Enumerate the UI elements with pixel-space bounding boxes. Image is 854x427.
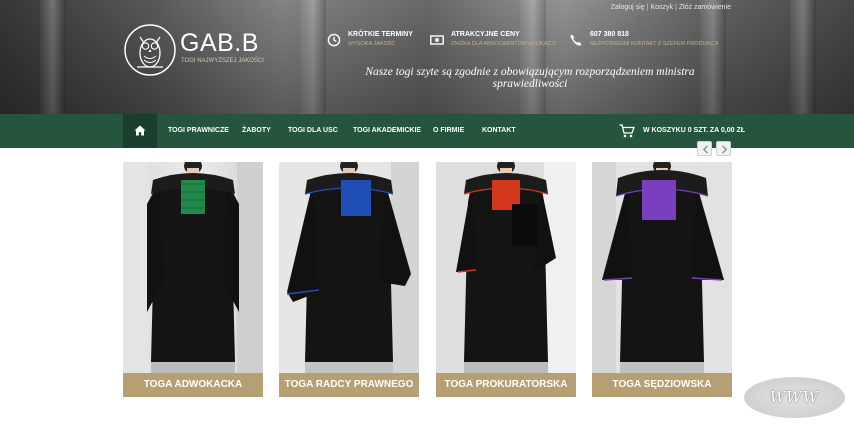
product-label[interactable]: TOGA RADCY PRAWNEGO (279, 373, 419, 397)
nav-item-togi-prawnicze[interactable]: TOGI PRAWNICZE (168, 127, 229, 134)
cart-summary[interactable]: W KOSZYKU 0 SZT. ZA 0,00 ZŁ (643, 127, 745, 134)
product-card[interactable]: TOGA PROKURATORSKA (436, 162, 576, 397)
product-label[interactable]: TOGA ADWOKACKA (123, 373, 263, 397)
chevron-left-icon (702, 145, 708, 154)
login-link[interactable]: Zaloguj się (611, 4, 645, 11)
nav-item-zaboty[interactable]: ŻABOTY (242, 127, 271, 134)
product-photo (279, 162, 419, 373)
product-label[interactable]: TOGA PROKURATORSKA (436, 373, 576, 397)
product-photo (592, 162, 732, 373)
header-quote: Nasze togi szyte są zgodnie z obowiązują… (365, 66, 695, 90)
header: Zaloguj się | Koszyk | Złóż zamówienie GAB.B… (0, 0, 854, 114)
nav-item-togi-dla-usc[interactable]: TOGI DLA USC (288, 127, 338, 134)
top-links: Zaloguj się | Koszyk | Złóż zamówienie (610, 4, 731, 11)
www-badge[interactable]: WWW (744, 377, 845, 418)
brand-tagline: TOGI NAJWYŻSZEJ JAKOŚCI (181, 58, 264, 64)
product-card[interactable]: TOGA SĘDZIOWSKA (592, 162, 732, 397)
nav-item-togi-akademickie[interactable]: TOGI AKADEMICKIE (353, 127, 421, 134)
chevron-right-icon (722, 145, 728, 154)
nav-item-o-firmie[interactable]: O FIRMIE (433, 127, 464, 134)
page: Zaloguj się | Koszyk | Złóż zamówienie GAB.B… (0, 0, 854, 427)
product-label[interactable]: TOGA SĘDZIOWSKA (592, 373, 732, 397)
home-icon (134, 125, 146, 136)
cart-icon[interactable] (619, 124, 635, 138)
product-card[interactable]: TOGA ADWOKACKA (123, 162, 263, 397)
money-icon (430, 35, 444, 45)
slider-prev-button[interactable] (697, 141, 712, 156)
brand-name: GAB.B (180, 29, 259, 57)
product-photo (436, 162, 576, 373)
clock-icon (327, 33, 341, 47)
home-button[interactable] (123, 114, 157, 148)
phone-icon (570, 34, 582, 46)
product-card[interactable]: TOGA RADCY PRAWNEGO (279, 162, 419, 397)
order-link[interactable]: Złóż zamówienie (679, 4, 731, 11)
logo[interactable]: GAB.B TOGI NAJWYŻSZEJ JAKOŚCI (123, 23, 264, 79)
owl-icon (124, 24, 176, 76)
nav-item-kontakt[interactable]: KONTAKT (482, 127, 516, 134)
cart-link[interactable]: Koszyk (650, 4, 673, 11)
slider-next-button[interactable] (716, 141, 731, 156)
product-photo (123, 162, 263, 373)
